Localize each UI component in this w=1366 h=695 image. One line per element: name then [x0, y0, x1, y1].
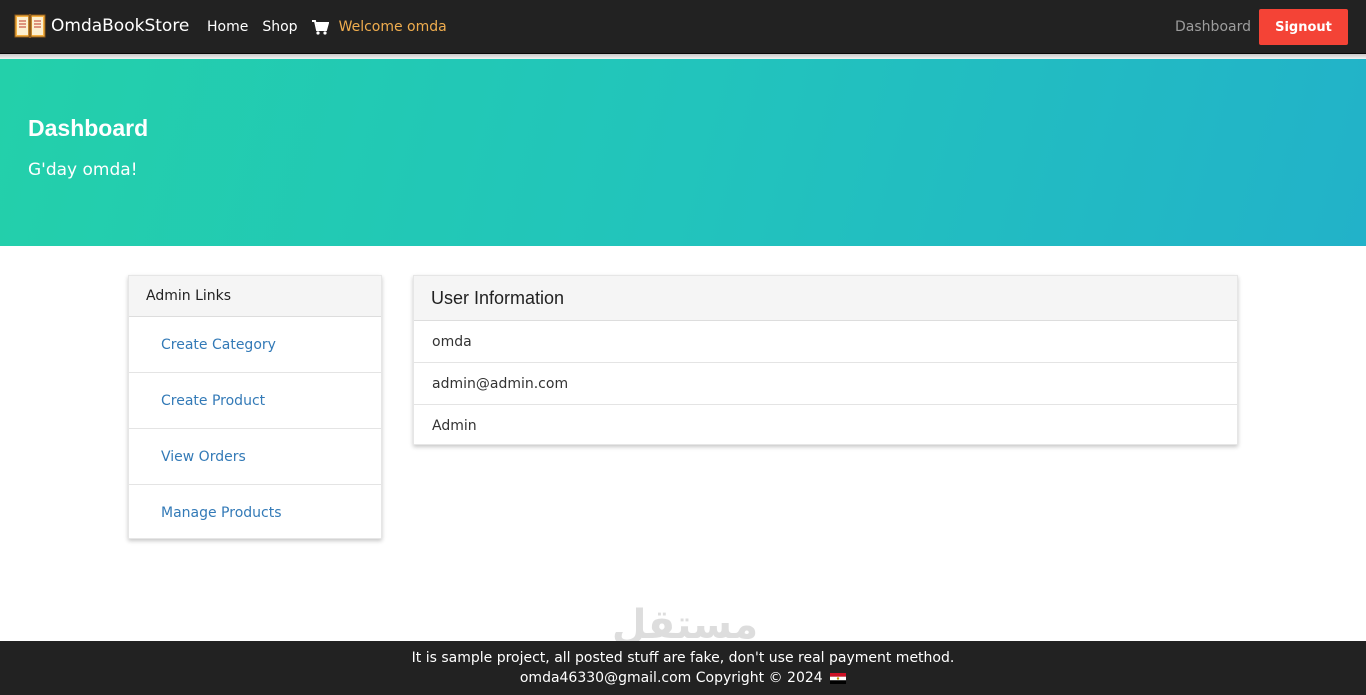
user-role: Admin: [432, 418, 477, 434]
admin-link-create-category[interactable]: Create Category: [129, 317, 381, 373]
admin-link-view-orders[interactable]: View Orders: [129, 429, 381, 485]
footer: It is sample project, all posted stuff a…: [0, 641, 1366, 695]
navbar: OmdaBookStore Home Shop Welcome omda Das…: [0, 0, 1366, 54]
user-email: admin@admin.com: [414, 363, 1237, 405]
page-title: Dashboard: [28, 115, 149, 141]
shopping-cart-icon[interactable]: [311, 19, 329, 35]
user-name: omda: [414, 321, 1237, 363]
footer-disclaimer: It is sample project, all posted stuff a…: [411, 650, 955, 666]
admin-links-card: Admin Links Create Category Create Produ…: [128, 275, 382, 539]
egypt-flag-icon: [830, 672, 847, 684]
signout-button[interactable]: Signout: [1259, 9, 1348, 45]
user-information-title: User Information: [414, 276, 1237, 321]
nav-shop-link[interactable]: Shop: [262, 16, 297, 38]
brand-name: OmdaBookStore: [51, 16, 190, 36]
footer-copyright: omda46330@gmail.com Copyright © 2024: [519, 670, 823, 686]
nav-right: Dashboard Signout: [1175, 9, 1348, 45]
admin-links-title: Admin Links: [129, 276, 381, 317]
nav-dashboard-link[interactable]: Dashboard: [1175, 9, 1251, 45]
nav-home-link[interactable]: Home: [207, 16, 248, 38]
user-information-card: User Information omda admin@admin.com Ad…: [413, 275, 1238, 445]
dashboard-banner: Dashboard G'day omda!: [0, 59, 1366, 246]
greeting-text: G'day omda!: [28, 160, 138, 180]
open-book-icon: [14, 12, 46, 40]
welcome-user-link[interactable]: Welcome omda: [339, 16, 447, 38]
footer-copyright-line: omda46330@gmail.com Copyright © 2024: [0, 670, 1366, 686]
admin-link-create-product[interactable]: Create Product: [129, 373, 381, 429]
nav-left: Home Shop Welcome omda: [207, 16, 447, 38]
brand-link[interactable]: OmdaBookStore: [14, 12, 189, 40]
admin-link-manage-products[interactable]: Manage Products: [129, 485, 381, 541]
